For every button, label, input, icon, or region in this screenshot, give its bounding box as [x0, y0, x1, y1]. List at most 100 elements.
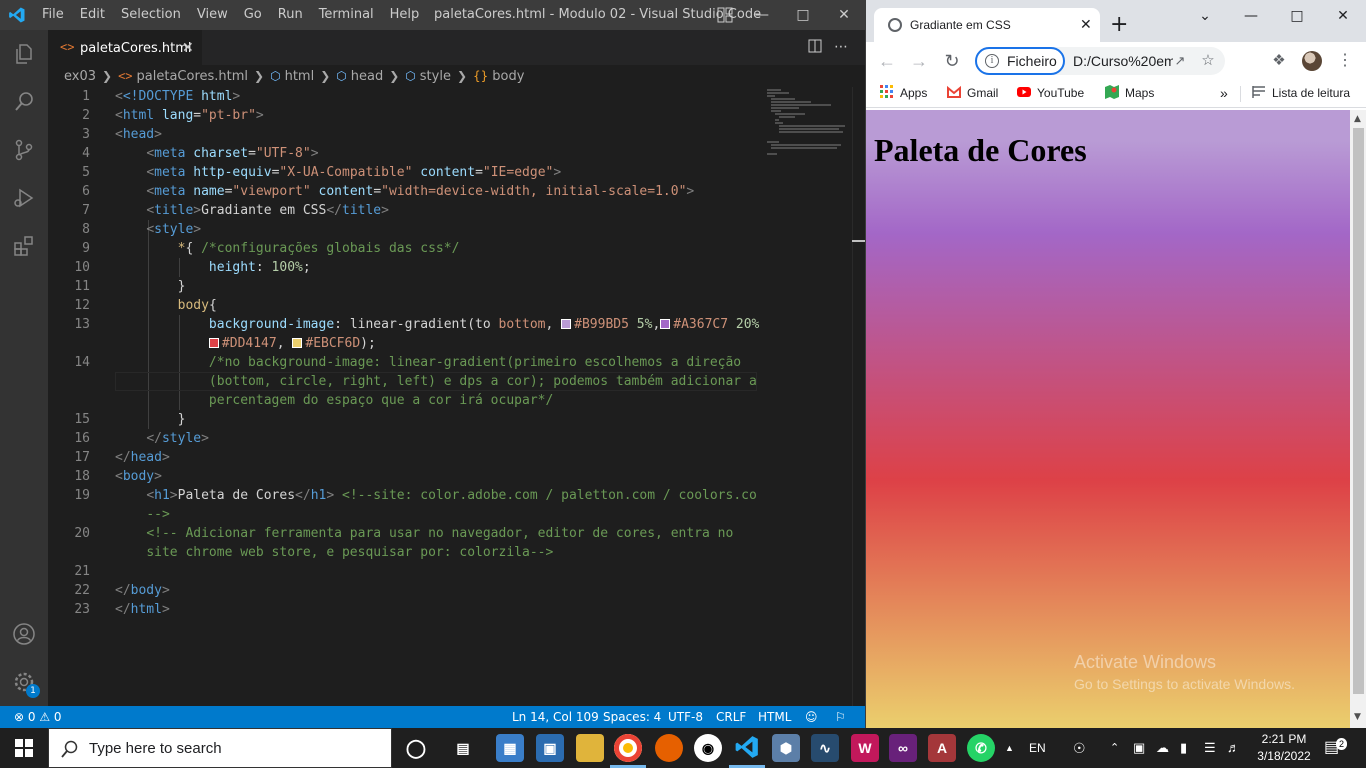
problems-indicator[interactable]: ⊗ 0 ⚠ 0 [14, 706, 62, 728]
language-indicator[interactable]: EN [1029, 728, 1046, 768]
onedrive-icon[interactable]: ☁ [1156, 728, 1169, 768]
breadcrumb-file[interactable]: paletaCores.html [137, 69, 249, 84]
site-info-chip[interactable]: i Ficheiro [975, 47, 1065, 75]
address-bar[interactable]: i Ficheiro D:/Curso%20em... ↗ ☆ [975, 47, 1225, 75]
breadcrumb-html[interactable]: html [285, 69, 315, 84]
breadcrumb-head[interactable]: head [351, 69, 383, 84]
search-icon[interactable] [12, 90, 36, 114]
computer-icon[interactable]: ▣ [536, 734, 564, 762]
chrome-tab[interactable]: Gradiante em CSS ✕ [874, 8, 1100, 42]
more-bookmarks-icon[interactable]: » [1220, 80, 1228, 106]
more-actions-icon[interactable]: ⋯ [834, 30, 848, 65]
system-clock[interactable]: 2:21 PM 3/18/2022 [1250, 731, 1318, 765]
wamp-icon[interactable]: W [851, 734, 879, 762]
maximize-icon[interactable]: □ [783, 0, 823, 30]
settings-gear-icon[interactable]: 1 [12, 670, 40, 698]
color-swatch[interactable] [292, 338, 303, 348]
task-view-icon[interactable]: ▤ [449, 734, 477, 762]
show-hidden-icons[interactable]: ⌃ [1110, 728, 1119, 768]
taskbar-search-box[interactable]: Type here to search [48, 728, 392, 768]
url-text[interactable]: D:/Curso%20em... [1073, 47, 1173, 75]
account-icon[interactable] [12, 622, 36, 646]
color-swatch[interactable] [208, 338, 219, 348]
page-scrollbar[interactable]: ▲ ▼ [1350, 110, 1366, 728]
access-icon[interactable]: A [928, 734, 956, 762]
explorer-icon[interactable] [12, 42, 36, 66]
source-control-icon[interactable] [12, 138, 36, 162]
windows-start-icon[interactable] [0, 728, 48, 768]
minimize-icon[interactable]: — [742, 0, 782, 30]
close-icon[interactable]: ✕ [1320, 0, 1366, 32]
maximize-icon[interactable]: □ [1274, 0, 1320, 32]
menu-view[interactable]: View [189, 0, 236, 30]
volume-icon[interactable]: ♬ [1227, 728, 1240, 768]
scroll-up-icon[interactable]: ▲ [1354, 114, 1361, 124]
forward-arrow-icon[interactable]: → [907, 42, 931, 80]
share-icon[interactable]: ↗ [1169, 47, 1191, 75]
app-cube-icon[interactable]: ⬢ [772, 734, 800, 762]
split-editor-icon[interactable] [808, 30, 822, 65]
app-icon[interactable]: ▦ [496, 734, 524, 762]
breadcrumb-style[interactable]: style [420, 69, 451, 84]
minimize-icon[interactable]: — [1228, 0, 1274, 32]
mysql-icon[interactable]: ∿ [811, 734, 839, 762]
color-swatch[interactable] [660, 319, 671, 329]
menu-selection[interactable]: Selection [113, 0, 189, 30]
tab-close-icon[interactable]: ✕ [1080, 8, 1092, 42]
breadcrumb-body[interactable]: body [492, 69, 524, 84]
breadcrumb-folder[interactable]: ex03 [64, 69, 96, 84]
vscode-taskbar-icon[interactable] [733, 734, 761, 762]
layout-icon[interactable] [705, 0, 745, 30]
tab-search-chevron-icon[interactable]: ⌄ [1182, 0, 1228, 32]
notifications-bell-icon[interactable]: ⚐ [835, 706, 846, 728]
reading-list[interactable]: Lista de leitura [1252, 80, 1350, 106]
new-tab-button[interactable]: + [1110, 8, 1128, 42]
language-mode[interactable]: HTML [758, 706, 791, 728]
chrome-taskbar-icon[interactable] [614, 734, 642, 762]
extensions-puzzle-icon[interactable]: ❖ [1268, 42, 1290, 80]
firefox-icon[interactable] [655, 734, 683, 762]
visual-studio-icon[interactable]: ∞ [889, 734, 917, 762]
people-icon[interactable]: ☉ [1073, 728, 1086, 768]
extensions-icon[interactable] [12, 234, 36, 258]
profile-avatar[interactable] [1302, 51, 1322, 71]
menu-file[interactable]: File [34, 0, 72, 30]
bookmark-apps[interactable]: Apps [880, 80, 927, 106]
tab-paletacores-html[interactable]: <> paletaCores.html ✕ [48, 30, 202, 65]
scrollbar-thumb[interactable] [1353, 128, 1364, 694]
end-of-line[interactable]: CRLF [716, 706, 746, 728]
bookmark-star-icon[interactable]: ☆ [1197, 47, 1219, 75]
github-icon[interactable]: ◉ [694, 734, 722, 762]
chrome-menu-icon[interactable]: ⋮ [1334, 42, 1356, 80]
menu-edit[interactable]: Edit [72, 0, 113, 30]
whatsapp-icon[interactable]: ✆ [967, 734, 995, 762]
menu-terminal[interactable]: Terminal [311, 0, 382, 30]
run-debug-icon[interactable] [12, 186, 36, 210]
cursor-position[interactable]: Ln 14, Col 109 [512, 706, 599, 728]
wifi-icon[interactable]: ☰ [1204, 728, 1216, 768]
page-viewport[interactable]: Paleta de Cores Activate Windows Go to S… [866, 110, 1350, 728]
meet-now-icon[interactable]: ▣ [1133, 728, 1145, 768]
tray-overflow-icon[interactable]: ▲ [1005, 728, 1014, 768]
menu-run[interactable]: Run [270, 0, 311, 30]
battery-icon[interactable]: ▮ [1180, 728, 1187, 768]
reload-icon[interactable]: ↻ [940, 42, 964, 80]
encoding[interactable]: UTF-8 [668, 706, 703, 728]
cortana-icon[interactable]: ◯ [402, 734, 430, 762]
scroll-down-icon[interactable]: ▼ [1354, 712, 1361, 722]
bookmark-gmail[interactable]: Gmail [947, 80, 998, 106]
close-icon[interactable]: ✕ [824, 0, 864, 30]
indentation[interactable]: Spaces: 4 [603, 706, 661, 728]
file-explorer-icon[interactable] [576, 734, 604, 762]
bookmark-youtube[interactable]: YouTube [1017, 80, 1084, 106]
tab-close-icon[interactable]: ✕ [182, 31, 194, 66]
menu-help[interactable]: Help [382, 0, 428, 30]
color-swatch[interactable] [561, 319, 572, 329]
bookmark-maps[interactable]: Maps [1105, 80, 1154, 106]
minimap[interactable] [765, 87, 852, 167]
code-editor[interactable]: 1 <<!DOCTYPE html> 2 <html lang="pt-br"> 3… [48, 87, 852, 706]
editor-scrollbar[interactable] [852, 87, 865, 706]
back-arrow-icon[interactable]: ← [875, 42, 899, 80]
menu-go[interactable]: Go [236, 0, 270, 30]
feedback-icon[interactable]: ☺ [805, 706, 818, 728]
